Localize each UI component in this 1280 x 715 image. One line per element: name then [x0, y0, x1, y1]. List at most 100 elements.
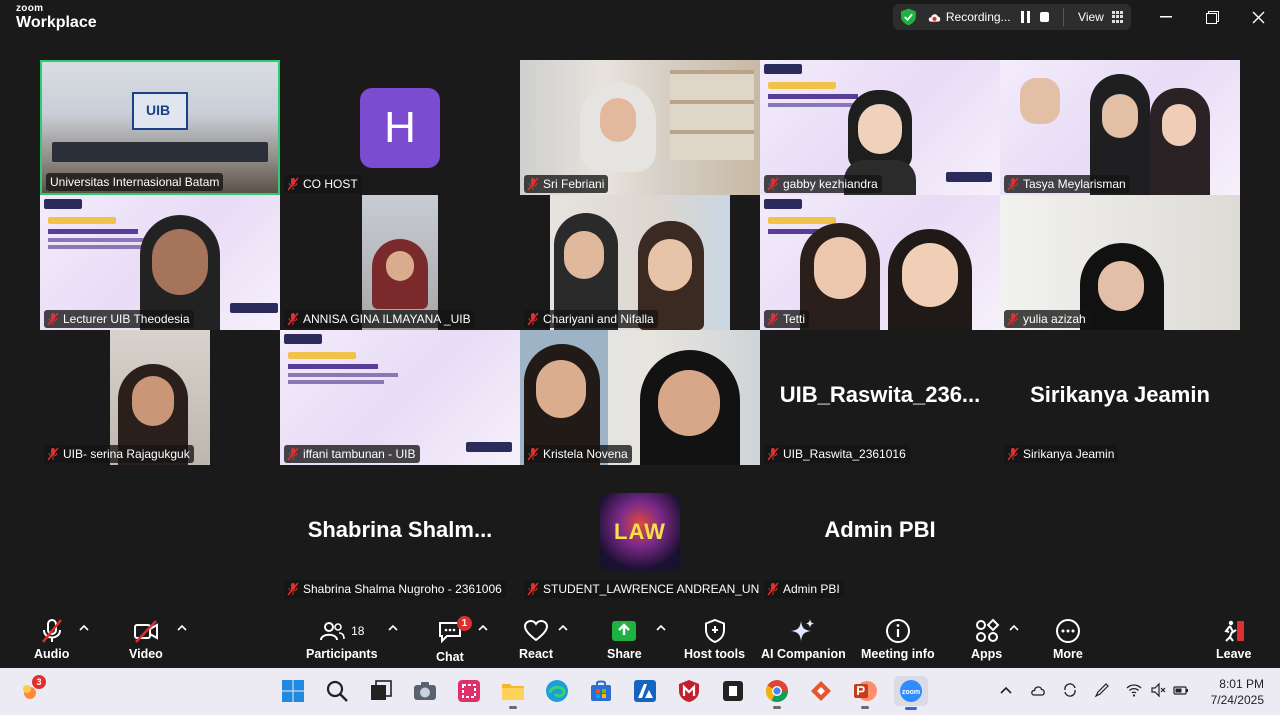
video-tile[interactable]: Sri Febriani	[520, 60, 760, 195]
host-tools-button[interactable]: Host tools	[684, 618, 745, 666]
chevron-up-icon[interactable]	[478, 624, 488, 632]
video-tile[interactable]: Chariyani and Nifalla	[520, 195, 760, 330]
person-face	[152, 229, 208, 295]
running-indicator	[509, 706, 517, 709]
taskbar-powerpoint[interactable]	[852, 678, 878, 709]
audio-button[interactable]: Audio	[34, 618, 69, 666]
gallery-view: UIB Universitas Internasional Batam H CO…	[0, 40, 1280, 608]
wifi-icon[interactable]	[1126, 682, 1142, 698]
running-indicator	[773, 706, 781, 709]
video-tile[interactable]: Shabrina Shalm... Shabrina Shalma Nugroh…	[280, 465, 520, 600]
view-button[interactable]: View	[1078, 10, 1104, 24]
more-button[interactable]: More	[1053, 618, 1083, 666]
taskbar-file-explorer[interactable]	[500, 678, 526, 709]
video-tile[interactable]: ANNISA GINA ILMAYANA _UIB	[280, 195, 520, 330]
video-tile[interactable]: UIB_Raswita_236... UIB_Raswita_2361016	[760, 330, 1000, 465]
taskbar-snipping-app[interactable]	[456, 678, 482, 704]
video-tile[interactable]: Lecturer UIB Theodesia	[40, 195, 280, 330]
participants-button[interactable]: 18 Participants	[306, 618, 378, 666]
grid-view-icon[interactable]	[1111, 11, 1123, 23]
close-window-button[interactable]	[1246, 6, 1270, 28]
participant-display-name: Sirikanya Jeamin	[1030, 382, 1210, 407]
chevron-up-icon[interactable]	[1009, 624, 1019, 632]
active-indicator	[905, 707, 917, 710]
person-face	[600, 98, 636, 142]
restore-button[interactable]	[1200, 6, 1224, 28]
volume-muted-icon[interactable]	[1150, 682, 1166, 698]
leave-icon	[1224, 620, 1244, 642]
battery-icon[interactable]	[1173, 682, 1189, 698]
participant-name-tag: yulia azizah	[1004, 310, 1090, 328]
video-tile[interactable]: Tetti	[760, 195, 1000, 330]
video-off-icon	[133, 620, 158, 643]
ai-companion-button[interactable]: AI Companion	[761, 618, 846, 666]
chrome-browser-icon	[766, 680, 788, 702]
video-tile[interactable]: Kristela Novena	[520, 330, 760, 465]
participant-display-name: UIB_Raswita_236...	[779, 382, 981, 407]
taskbar-edge[interactable]	[544, 678, 570, 704]
muted-mic-icon	[47, 447, 59, 461]
banner-bar	[768, 217, 836, 224]
recovery-app-icon	[811, 681, 831, 701]
security-shield-icon[interactable]	[901, 8, 916, 26]
update-icon[interactable]	[1062, 682, 1078, 698]
chevron-up-icon[interactable]	[79, 624, 89, 632]
leave-button[interactable]: Leave	[1216, 618, 1251, 666]
muted-mic-icon	[47, 312, 59, 326]
person-face	[902, 243, 958, 307]
video-button[interactable]: Video	[129, 618, 163, 666]
taskbar-zoom[interactable]: zoom	[894, 676, 928, 710]
video-tile[interactable]: LAW STUDENT_LAWRENCE ANDREAN_UN...	[520, 465, 760, 600]
search-button[interactable]	[324, 678, 350, 704]
pause-recording-button[interactable]	[1020, 11, 1030, 23]
video-tile[interactable]: yulia azizah	[1000, 195, 1240, 330]
share-screen-button[interactable]: Share	[607, 618, 642, 666]
recording-label: Recording...	[945, 10, 1011, 24]
pen-input-icon[interactable]	[1094, 682, 1110, 698]
stop-recording-button[interactable]	[1039, 12, 1050, 22]
participant-name-tag: Sri Febriani	[524, 175, 609, 193]
zoom-app-icon: zoom	[900, 680, 922, 702]
taskbar-mcafee[interactable]	[676, 678, 702, 704]
os-taskbar: 3 zoom 8:01 PM 7/24/2025	[0, 668, 1280, 715]
taskbar-azure-app[interactable]	[632, 678, 658, 704]
taskbar-notes-app[interactable]	[720, 678, 746, 704]
video-tile[interactable]: gabby kezhiandra	[760, 60, 1000, 195]
start-button[interactable]	[280, 678, 306, 704]
react-button[interactable]: React	[519, 618, 553, 666]
apps-button[interactable]: Apps	[971, 618, 1002, 666]
meeting-info-button[interactable]: Meeting info	[861, 618, 935, 666]
taskbar-recovery-app[interactable]	[808, 678, 834, 704]
chevron-up-icon[interactable]	[388, 624, 398, 632]
apps-icon	[975, 618, 1000, 642]
chevron-up-icon[interactable]	[177, 624, 187, 632]
muted-microphone-icon	[41, 619, 62, 643]
chevron-up-icon[interactable]	[558, 624, 568, 632]
system-clock[interactable]: 8:01 PM 7/24/2025	[1198, 676, 1264, 708]
video-tile[interactable]: H CO HOST	[280, 60, 520, 195]
video-tile[interactable]: Admin PBI Admin PBI	[760, 465, 1000, 600]
chat-unread-badge: 1	[456, 616, 472, 631]
notification-badge: 3	[32, 675, 46, 689]
minimize-button[interactable]	[1154, 6, 1178, 28]
video-tile[interactable]: UIB- serina Rajagukguk	[40, 330, 280, 465]
video-tile[interactable]: iffani tambunan - UIB	[280, 330, 520, 465]
participant-name-tag: Lecturer UIB Theodesia	[44, 310, 194, 328]
folder-icon	[502, 684, 524, 700]
video-tile[interactable]: Sirikanya Jeamin Sirikanya Jeamin	[1000, 330, 1240, 465]
taskbar-store[interactable]	[588, 678, 614, 704]
cloud-sync-icon[interactable]	[1030, 682, 1046, 698]
weather-widget[interactable]: 3	[20, 675, 46, 702]
participant-name-tag: Universitas Internasional Batam	[46, 173, 224, 191]
title-bar-shape	[48, 229, 138, 234]
chevron-up-icon[interactable]	[998, 682, 1014, 698]
chevron-up-icon[interactable]	[656, 624, 666, 632]
clock-time: 8:01 PM	[1219, 677, 1264, 691]
task-view-button[interactable]	[368, 678, 394, 704]
divider	[1063, 8, 1065, 26]
chat-button[interactable]: 1 Chat	[436, 616, 472, 666]
video-tile[interactable]: Tasya Meylarisman	[1000, 60, 1240, 195]
taskbar-camera-app[interactable]	[412, 678, 438, 704]
video-tile[interactable]: UIB Universitas Internasional Batam	[40, 60, 280, 195]
taskbar-chrome[interactable]	[764, 678, 790, 709]
